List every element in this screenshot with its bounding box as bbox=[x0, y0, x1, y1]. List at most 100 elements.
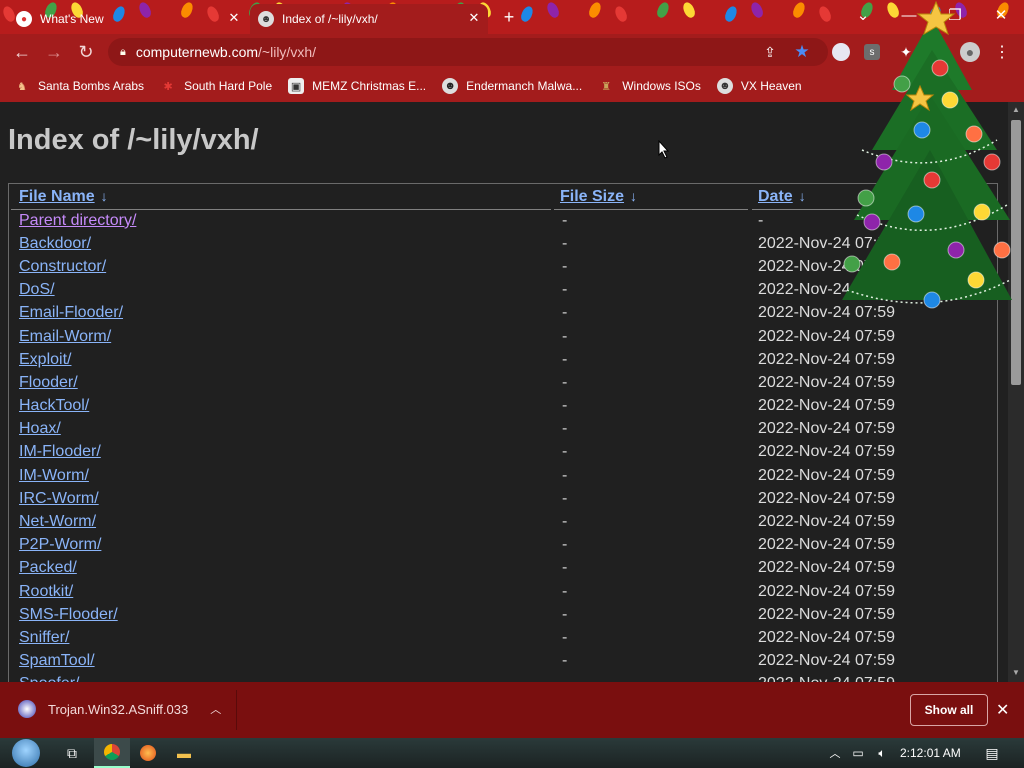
bookmark-label: South Hard Pole bbox=[184, 79, 273, 93]
file-link[interactable]: Email-Flooder/ bbox=[19, 304, 123, 321]
bookmark-endermanch-malware[interactable]: ☻ Endermanch Malwa... bbox=[442, 78, 582, 94]
file-link[interactable]: Spoofer/ bbox=[19, 675, 79, 682]
scrollbar-thumb[interactable] bbox=[1011, 120, 1021, 385]
chrome-taskbar-icon[interactable] bbox=[94, 738, 130, 768]
bookmark-star-icon[interactable]: ★ bbox=[792, 42, 812, 62]
file-link[interactable]: Flooder/ bbox=[19, 374, 78, 391]
chevron-up-icon[interactable]: ︿ bbox=[210, 701, 221, 717]
cell-date: 2022-Nov-24 07:59 bbox=[758, 582, 895, 600]
file-link[interactable]: Hoax/ bbox=[19, 420, 61, 437]
memz-icon: ▣ bbox=[288, 78, 305, 94]
bookmark-memz-christmas[interactable]: ▣ MEMZ Christmas E... bbox=[288, 78, 426, 94]
bookmark-south-hard-pole[interactable]: ✱ South Hard Pole bbox=[160, 78, 272, 94]
table-row: IM-Flooder/ - 2022-Nov-24 07:59 bbox=[9, 441, 997, 464]
close-window-icon[interactable]: ✕ bbox=[978, 0, 1024, 30]
file-link[interactable]: SpamTool/ bbox=[19, 652, 95, 669]
file-link[interactable]: Sniffer/ bbox=[19, 629, 69, 646]
cell-file-name: Hoax/ bbox=[9, 420, 550, 438]
cell-date: 2022-Nov-24 07:59 bbox=[758, 327, 895, 345]
task-view-icon[interactable]: ⧉ bbox=[56, 738, 88, 768]
firefox-taskbar-icon[interactable] bbox=[132, 738, 164, 768]
bookmark-windows-isos[interactable]: ♜ Windows ISOs bbox=[598, 78, 701, 94]
file-link[interactable]: IRC-Worm/ bbox=[19, 490, 99, 507]
cell-date: 2022-Nov-24 07:59 bbox=[758, 350, 895, 368]
extension-flag-icon[interactable] bbox=[832, 43, 850, 61]
light-bulb-icon bbox=[655, 0, 671, 20]
cell-file-size: - bbox=[562, 559, 568, 577]
close-download-bar-icon[interactable]: ✕ bbox=[996, 700, 1009, 720]
scroll-down-icon[interactable]: ▼ bbox=[1012, 668, 1020, 677]
cell-file-name: Spoofer/ bbox=[9, 675, 550, 682]
taskbar-clock[interactable]: 2:12:01 AM bbox=[900, 738, 961, 768]
file-link[interactable]: Packed/ bbox=[19, 559, 77, 576]
mouse-cursor-icon bbox=[658, 140, 670, 159]
cell-file-name: IRC-Worm/ bbox=[9, 490, 550, 508]
sort-arrow-icon[interactable]: ↓ bbox=[799, 188, 806, 204]
file-link[interactable]: IM-Flooder/ bbox=[19, 443, 101, 460]
show-hidden-icons-icon[interactable]: ︿ bbox=[826, 738, 844, 768]
browser-toolbar: ← → ↻ 🔒︎ computernewb.com/~lily/vxh/ ⇪ ★… bbox=[0, 34, 1024, 70]
share-icon[interactable]: ⇪ bbox=[760, 42, 780, 62]
table-row: IRC-Worm/ - 2022-Nov-24 07:59 bbox=[9, 487, 997, 510]
file-link[interactable]: Exploit/ bbox=[19, 351, 71, 368]
file-link[interactable]: Email-Worm/ bbox=[19, 328, 111, 345]
extension-s-icon[interactable]: s bbox=[864, 44, 880, 60]
cell-date: 2022-Nov-24 07:59 bbox=[758, 281, 895, 299]
network-icon[interactable]: ▭ bbox=[848, 738, 868, 768]
bookmark-label: Endermanch Malwa... bbox=[466, 79, 583, 93]
file-link[interactable]: IM-Worm/ bbox=[19, 467, 89, 484]
light-bulb-icon bbox=[723, 4, 739, 24]
column-date[interactable]: Date bbox=[748, 188, 793, 205]
file-link[interactable]: Parent directory/ bbox=[19, 212, 136, 229]
address-bar[interactable]: 🔒︎ computernewb.com/~lily/vxh/ bbox=[108, 38, 828, 66]
volume-icon[interactable]: 🔈︎ bbox=[872, 738, 892, 768]
file-link[interactable]: Backdoor/ bbox=[19, 235, 91, 252]
file-link[interactable]: P2P-Worm/ bbox=[19, 536, 101, 553]
close-tab-icon[interactable]: ✕ bbox=[226, 10, 242, 26]
column-file-size[interactable]: File Size bbox=[550, 188, 624, 205]
sort-arrow-icon[interactable]: ↓ bbox=[630, 188, 637, 204]
file-link[interactable]: Net-Worm/ bbox=[19, 513, 96, 530]
start-button-icon[interactable] bbox=[12, 739, 40, 767]
reload-icon[interactable]: ↻ bbox=[70, 36, 102, 68]
extensions-puzzle-icon[interactable]: ✦ bbox=[896, 42, 916, 62]
forward-icon[interactable]: → bbox=[38, 36, 70, 68]
back-icon[interactable]: ← bbox=[6, 36, 38, 68]
light-bulb-icon bbox=[791, 0, 807, 20]
file-link[interactable]: HackTool/ bbox=[19, 397, 89, 414]
column-file-name[interactable]: File Name bbox=[9, 188, 95, 205]
file-link[interactable]: Constructor/ bbox=[19, 258, 106, 275]
sort-arrow-icon[interactable]: ↓ bbox=[101, 188, 108, 204]
cell-date: 2022-Nov-24 07:59 bbox=[758, 420, 895, 438]
file-link[interactable]: DoS/ bbox=[19, 281, 55, 298]
show-all-button[interactable]: Show all bbox=[910, 694, 988, 726]
action-center-icon[interactable]: ▤ bbox=[980, 738, 1004, 768]
new-tab-icon[interactable]: + bbox=[498, 6, 520, 28]
snowflake-icon: ✱ bbox=[163, 80, 173, 93]
light-bulb-icon bbox=[681, 0, 697, 20]
lock-icon[interactable]: 🔒︎ bbox=[120, 46, 126, 59]
header-divider bbox=[752, 209, 996, 210]
cell-file-name: SpamTool/ bbox=[9, 652, 550, 670]
table-body: Parent directory/- - Backdoor/-2022-Nov-24… bbox=[9, 209, 997, 682]
file-link[interactable]: SMS-Flooder/ bbox=[19, 606, 118, 623]
tab-index-vxh[interactable]: ☻ Index of /~lily/vxh/ ✕ bbox=[250, 4, 488, 34]
minimize-icon[interactable]: — bbox=[886, 0, 932, 30]
tab-whats-new[interactable]: ● What's New ✕ bbox=[8, 4, 248, 34]
menu-kebab-icon[interactable]: ⋮ bbox=[992, 42, 1012, 62]
bookmark-santa-bombs-arabs[interactable]: ♞ Santa Bombs Arabs bbox=[14, 78, 144, 94]
cell-file-name: SMS-Flooder/ bbox=[9, 606, 550, 624]
tab-search-icon[interactable]: ⌄ bbox=[840, 0, 886, 30]
file-explorer-icon[interactable]: ▬ bbox=[168, 738, 200, 768]
bookmark-label: MEMZ Christmas E... bbox=[312, 79, 427, 93]
page-scrollbar[interactable]: ▲ ▼ bbox=[1008, 102, 1024, 682]
download-item[interactable]: Trojan.Win32.ASniff.033 ︿ bbox=[18, 700, 221, 718]
restore-icon[interactable]: ❐ bbox=[932, 0, 978, 30]
table-row: SMS-Flooder/ - 2022-Nov-24 07:59 bbox=[9, 603, 997, 626]
table-row: Packed/ - 2022-Nov-24 07:59 bbox=[9, 557, 997, 580]
scroll-up-icon[interactable]: ▲ bbox=[1012, 105, 1020, 114]
bookmark-vx-heaven[interactable]: ☻ VX Heaven bbox=[716, 78, 802, 94]
file-link[interactable]: Rootkit/ bbox=[19, 583, 73, 600]
close-tab-icon[interactable]: ✕ bbox=[466, 10, 482, 26]
profile-avatar-icon[interactable]: ● bbox=[960, 42, 980, 62]
